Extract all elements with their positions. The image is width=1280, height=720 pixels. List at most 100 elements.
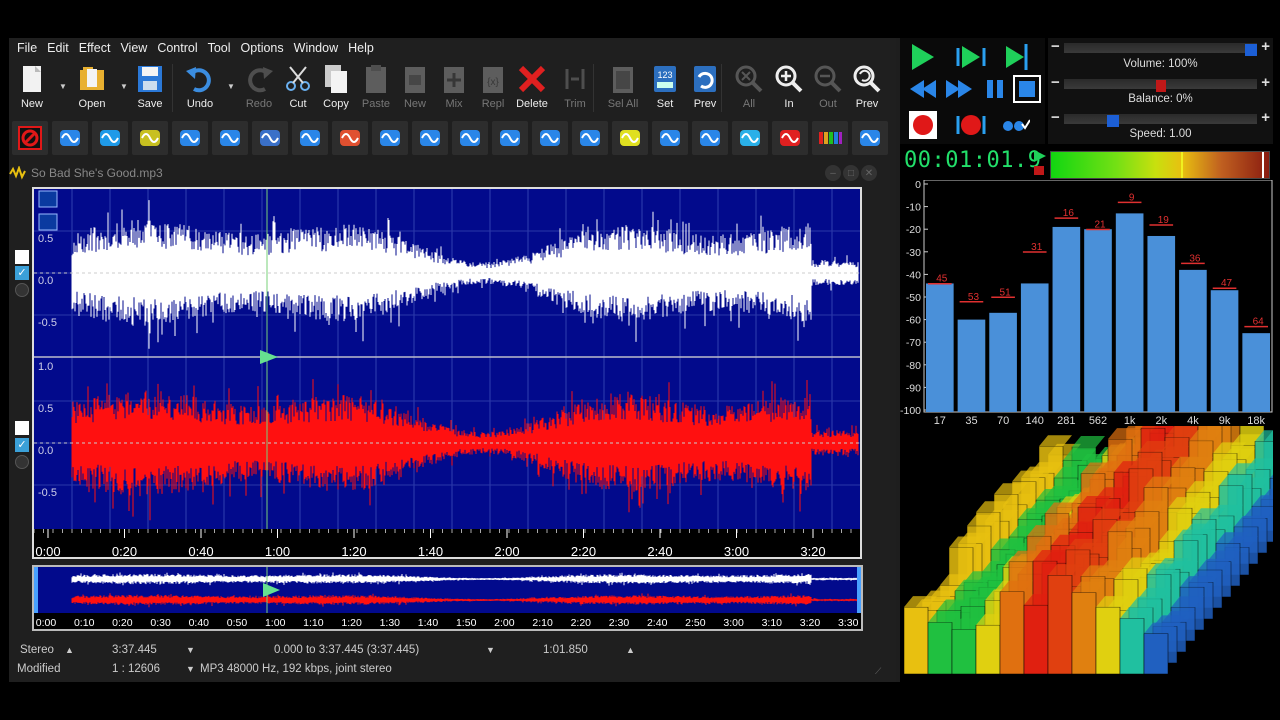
play-to-end-button[interactable]	[1000, 42, 1030, 72]
rewind-button[interactable]	[908, 74, 938, 104]
effect-button[interactable]	[12, 121, 48, 155]
overview-waveform[interactable]	[34, 567, 861, 613]
toolbar-button-sel-all[interactable]: Sel All	[603, 60, 643, 116]
zoom-dropdown-icon[interactable]: ▼	[186, 664, 195, 674]
record-loop-button[interactable]	[956, 110, 986, 140]
toolbar-button-set[interactable]: 123 Set	[645, 60, 685, 116]
toolbar-button-all[interactable]: All	[729, 60, 769, 116]
timeline-ruler[interactable]: 0:00 0:20 0:40 1:00 1:20 1:40 2:00 2:20 2:40 3:00…	[33, 529, 860, 559]
effect-button[interactable]	[572, 121, 608, 155]
toolbar-button-mix[interactable]: Mix	[434, 60, 474, 116]
stop-button[interactable]	[1012, 74, 1042, 104]
effect-button[interactable]	[132, 121, 168, 155]
speed-slider[interactable]: − +	[1048, 109, 1273, 127]
open-dropdown-icon[interactable]: ▼	[59, 82, 67, 91]
balance-slider[interactable]: − +	[1048, 74, 1273, 92]
effect-button[interactable]	[212, 121, 248, 155]
volume-track[interactable]	[1064, 43, 1257, 56]
balance-decrease-icon[interactable]: −	[1051, 74, 1060, 91]
toolbar-button-open[interactable]: Open	[72, 60, 112, 116]
toolbar-button-redo[interactable]: Redo	[239, 60, 279, 116]
menu-window[interactable]: Window	[289, 41, 343, 55]
record-options-button[interactable]	[1000, 110, 1030, 140]
balance-increase-icon[interactable]: +	[1261, 74, 1270, 91]
fast-forward-button[interactable]	[944, 74, 974, 104]
toolbar-button-in[interactable]: In	[769, 60, 809, 116]
toolbar-button-prev[interactable]: Prev	[847, 60, 887, 116]
effect-button[interactable]	[492, 121, 528, 155]
channels-dropdown-icon[interactable]: ▲	[65, 645, 74, 655]
toolbar-button-delete[interactable]: Delete	[512, 60, 552, 116]
menu-file[interactable]: File	[12, 41, 42, 55]
speed-track[interactable]	[1064, 114, 1257, 127]
toolbar-button-save[interactable]: Save	[130, 60, 170, 116]
toolbar-button-new[interactable]: New	[12, 60, 52, 116]
selection-dropdown-icon[interactable]: ▼	[486, 645, 495, 655]
resize-grip-icon[interactable]: ⟋	[875, 666, 881, 677]
right-channel-enable-checkbox[interactable]: ✓	[15, 438, 29, 452]
toolbar-button-copy[interactable]: Copy	[316, 60, 356, 116]
toolbar-button-out[interactable]: Out	[808, 60, 848, 116]
menu-tool[interactable]: Tool	[203, 41, 236, 55]
speed-increase-icon[interactable]: +	[1261, 109, 1270, 126]
menu-effect[interactable]: Effect	[74, 41, 116, 55]
volume-thumb[interactable]	[1245, 44, 1257, 56]
effect-button[interactable]	[172, 121, 208, 155]
volume-slider[interactable]: − +	[1048, 38, 1273, 56]
overview-panel[interactable]: 0:00 0:10 0:20 0:30 0:40 0:50 1:00 1:10 1:20 1:30…	[32, 565, 863, 631]
balance-thumb[interactable]	[1155, 80, 1166, 92]
effect-button[interactable]	[692, 121, 728, 155]
effect-button[interactable]	[612, 121, 648, 155]
toolbar-button-cut[interactable]: Cut	[278, 60, 318, 116]
volume-decrease-icon[interactable]: −	[1051, 38, 1060, 55]
effect-button[interactable]	[852, 121, 888, 155]
waveform-canvas[interactable]: 0.5 0.0 -0.5 1.0 0.5 0.0 -0.5	[34, 189, 860, 529]
effect-button[interactable]	[92, 121, 128, 155]
close-doc-button[interactable]: ✕	[861, 165, 877, 181]
toolbar-button-paste[interactable]: Paste	[356, 60, 396, 116]
undo-dropdown-icon[interactable]: ▼	[227, 82, 235, 91]
speed-decrease-icon[interactable]: −	[1051, 109, 1060, 126]
left-channel-select-icon[interactable]	[15, 250, 29, 264]
effect-button[interactable]	[252, 121, 288, 155]
left-channel-solo-button[interactable]	[15, 283, 29, 297]
effect-button[interactable]	[812, 121, 848, 155]
cursor-dropdown-icon[interactable]: ▲	[626, 645, 635, 655]
toolbar-button-new[interactable]: New	[395, 60, 435, 116]
effect-button[interactable]	[532, 121, 568, 155]
menu-control[interactable]: Control	[152, 41, 202, 55]
menu-options[interactable]: Options	[236, 41, 289, 55]
effect-button[interactable]	[732, 121, 768, 155]
pause-button[interactable]	[980, 74, 1010, 104]
balance-track[interactable]	[1064, 79, 1257, 92]
right-channel-select-icon[interactable]	[15, 421, 29, 435]
effect-button[interactable]	[452, 121, 488, 155]
effect-button[interactable]	[652, 121, 688, 155]
effect-button[interactable]	[52, 121, 88, 155]
waveform-view[interactable]: 0.5 0.0 -0.5 1.0 0.5 0.0 -0.5 0:00 0:20 0:…	[32, 187, 862, 559]
effect-button[interactable]	[292, 121, 328, 155]
length-dropdown-icon[interactable]: ▼	[186, 645, 195, 655]
menu-edit[interactable]: Edit	[42, 41, 74, 55]
maximize-doc-button[interactable]: □	[843, 165, 859, 181]
volume-increase-icon[interactable]: +	[1261, 38, 1270, 55]
menu-view[interactable]: View	[115, 41, 152, 55]
play-button[interactable]	[908, 42, 938, 72]
effect-button[interactable]	[412, 121, 448, 155]
effect-button[interactable]	[372, 121, 408, 155]
effect-button[interactable]	[772, 121, 808, 155]
record-button[interactable]	[908, 110, 938, 140]
save-dropdown-icon[interactable]: ▼	[120, 82, 128, 91]
menu-help[interactable]: Help	[343, 41, 379, 55]
minimize-doc-button[interactable]: –	[825, 165, 841, 181]
speed-thumb[interactable]	[1106, 115, 1119, 127]
overview-timeline-label: 1:30	[379, 617, 401, 629]
toolbar-button-prev[interactable]: Prev	[685, 60, 725, 116]
toolbar-button-trim[interactable]: Trim	[555, 60, 595, 116]
toolbar-button-repl[interactable]: {x} Repl	[473, 60, 513, 116]
effect-button[interactable]	[332, 121, 368, 155]
play-loop-button[interactable]	[956, 42, 986, 72]
left-channel-enable-checkbox[interactable]: ✓	[15, 266, 29, 280]
right-channel-solo-button[interactable]	[15, 455, 29, 469]
toolbar-button-undo[interactable]: Undo	[180, 60, 220, 116]
